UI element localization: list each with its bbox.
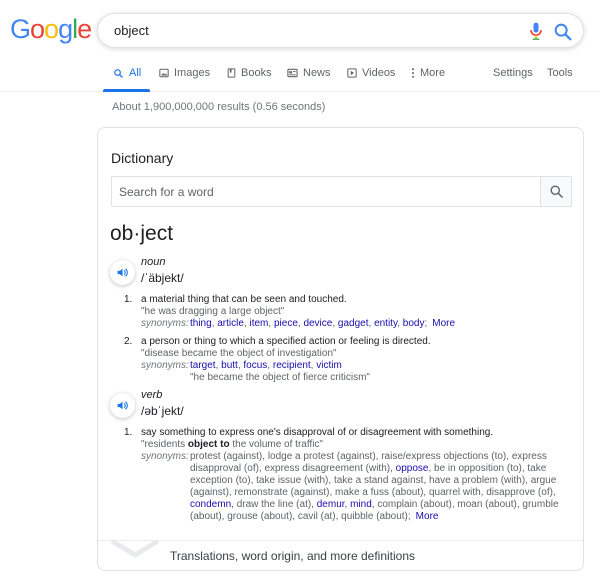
tab-videos[interactable]: Videos bbox=[347, 67, 395, 79]
tab-label: Settings bbox=[493, 67, 533, 79]
synonym-link[interactable]: oppose bbox=[396, 463, 429, 474]
search-icon[interactable] bbox=[552, 21, 574, 43]
result-stats: About 1,900,000,000 results (0.56 second… bbox=[112, 101, 326, 113]
synonym-link[interactable]: recipient bbox=[273, 360, 311, 371]
tab-settings[interactable]: Settings bbox=[493, 67, 533, 79]
synonym-link[interactable]: body bbox=[403, 318, 425, 329]
pronunciation-audio-button[interactable] bbox=[110, 260, 135, 285]
sense-example: "he was dragging a large object" bbox=[141, 306, 285, 317]
headword: ob·ject bbox=[110, 222, 174, 245]
tab-label: All bbox=[129, 67, 142, 79]
synonyms-row: synonyms: thing, article, item, piece, d… bbox=[141, 318, 561, 330]
sense-number: 1. bbox=[124, 427, 133, 438]
tab-books[interactable]: Books bbox=[227, 67, 272, 79]
pronunciation: /əbˈjekt/ bbox=[141, 404, 184, 418]
synonym-link[interactable]: victim bbox=[316, 360, 342, 371]
tab-images[interactable]: Images bbox=[159, 67, 210, 79]
dictionary-search-button[interactable] bbox=[540, 177, 571, 206]
tab-tools[interactable]: Tools bbox=[547, 67, 573, 79]
synonym-link[interactable]: mind bbox=[350, 499, 372, 510]
sense-number: 2. bbox=[124, 336, 133, 347]
more-definitions-label: Translations, word origin, and more defi… bbox=[170, 549, 416, 563]
video-icon bbox=[347, 68, 357, 78]
tab-news[interactable]: News bbox=[287, 67, 331, 79]
tab-label: Images bbox=[174, 67, 211, 79]
tab-more[interactable]: More bbox=[411, 67, 445, 79]
synonym-link[interactable]: thing bbox=[190, 318, 212, 329]
synonym-link[interactable]: condemn bbox=[190, 499, 231, 510]
synonyms-list: target, butt, focus, recipient, victim bbox=[190, 360, 342, 371]
pronunciation-audio-button[interactable] bbox=[110, 393, 135, 418]
dictionary-search-box[interactable]: Search for a word bbox=[111, 176, 572, 207]
tab-label: Books bbox=[241, 67, 272, 79]
synonym-link[interactable]: butt bbox=[221, 360, 238, 371]
search-icon bbox=[114, 68, 123, 78]
logo-letter: e bbox=[77, 14, 92, 44]
sense-definition: say something to express one's disapprov… bbox=[141, 427, 494, 438]
more-synonyms-link[interactable]: More bbox=[432, 318, 455, 329]
logo-letter: o bbox=[44, 14, 59, 44]
synonym-link[interactable]: target bbox=[190, 360, 216, 371]
synonym-link[interactable]: item bbox=[250, 318, 269, 329]
synonyms-label: synonyms: bbox=[141, 318, 189, 329]
tab-label: News bbox=[303, 67, 331, 79]
synonym-link[interactable]: device bbox=[303, 318, 332, 329]
sense-number: 1. bbox=[124, 294, 133, 305]
sense-definition: a material thing that can be seen and to… bbox=[141, 294, 347, 305]
book-icon bbox=[227, 68, 236, 78]
search-input[interactable]: object bbox=[114, 23, 149, 38]
speaker-icon bbox=[117, 401, 128, 410]
chevron-down-icon bbox=[110, 538, 160, 558]
search-tabs: All Images Books News Videos More Settin… bbox=[0, 60, 600, 92]
more-vert-icon bbox=[412, 68, 414, 78]
synonym-link[interactable]: entity bbox=[374, 318, 397, 329]
synonyms-row: synonyms: protest (against), lodge a pro… bbox=[141, 451, 561, 523]
microphone-icon[interactable] bbox=[526, 20, 546, 42]
synonyms-label: synonyms: bbox=[141, 451, 189, 462]
dictionary-card: Dictionary Search for a word ob·ject nou… bbox=[97, 127, 584, 571]
synonyms-list: thing, article, item, piece, device, gad… bbox=[190, 318, 456, 329]
logo-letter: G bbox=[10, 14, 31, 44]
sense-definition: a person or thing to which a specified a… bbox=[141, 336, 431, 347]
synonyms-row: synonyms: target, butt, focus, recipient… bbox=[141, 360, 561, 372]
sense-example: "disease became the object of investigat… bbox=[141, 348, 337, 359]
more-synonyms-link[interactable]: More bbox=[416, 511, 439, 522]
tab-label: Videos bbox=[362, 67, 396, 79]
synonym-link[interactable]: focus bbox=[243, 360, 267, 371]
search-icon bbox=[550, 185, 563, 198]
image-icon bbox=[159, 68, 169, 78]
more-definitions-bar[interactable]: Translations, word origin, and more defi… bbox=[98, 538, 583, 571]
synonyms-list: protest (against), lodge a protest (agai… bbox=[190, 451, 559, 522]
tab-label: More bbox=[420, 67, 446, 79]
search-box[interactable]: object bbox=[97, 13, 584, 48]
synonym-link[interactable]: gadget bbox=[338, 318, 369, 329]
synonym-link[interactable]: demur bbox=[317, 499, 345, 510]
google-logo[interactable]: Google bbox=[10, 14, 92, 45]
synonyms-label: synonyms: bbox=[141, 360, 189, 371]
part-of-speech: noun bbox=[141, 256, 166, 268]
pronunciation: /ˈäbjekt/ bbox=[141, 271, 184, 285]
dictionary-title: Dictionary bbox=[111, 150, 174, 166]
tab-all[interactable]: All bbox=[113, 67, 141, 79]
logo-letter: g bbox=[58, 14, 73, 44]
synonym-link[interactable]: piece bbox=[274, 318, 298, 329]
active-tab-indicator bbox=[103, 89, 150, 92]
sense-example: "residents object to the volume of traff… bbox=[141, 439, 323, 450]
part-of-speech: verb bbox=[141, 389, 163, 401]
synonym-link[interactable]: article bbox=[217, 318, 244, 329]
tab-label: Tools bbox=[547, 67, 573, 79]
synonym-example: "he became the object of fierce criticis… bbox=[190, 372, 370, 383]
newspaper-icon bbox=[287, 68, 298, 78]
speaker-icon bbox=[117, 268, 128, 277]
logo-letter: o bbox=[30, 14, 45, 44]
dictionary-search-input[interactable]: Search for a word bbox=[119, 185, 214, 199]
